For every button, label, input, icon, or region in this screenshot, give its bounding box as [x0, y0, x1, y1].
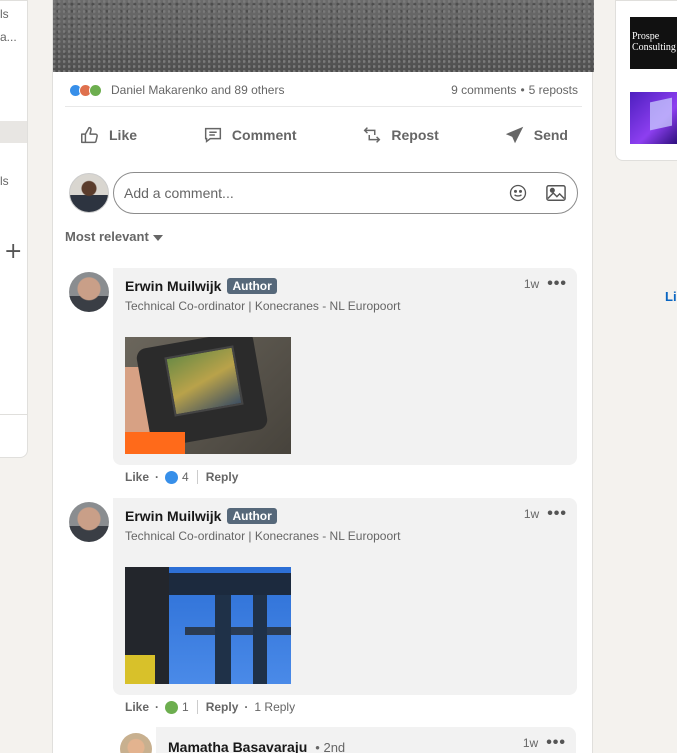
emoji-icon[interactable]: [507, 182, 529, 204]
comment-image[interactable]: [125, 567, 291, 684]
comment-like-button[interactable]: Like: [125, 470, 149, 484]
action-divider: [65, 106, 582, 107]
add-icon[interactable]: +: [4, 239, 22, 264]
action-separator: [196, 700, 198, 714]
comment-bubble: Erwin Muilwijk Author Technical Co-ordin…: [113, 268, 577, 465]
more-options-icon[interactable]: •••: [547, 506, 567, 522]
comment-actions: Like · 4 Reply: [125, 470, 238, 484]
reaction-icons[interactable]: [69, 83, 102, 97]
promo-thumbnail[interactable]: [630, 92, 677, 144]
prospe-consulting-logo[interactable]: Prospe Consulting: [630, 17, 677, 69]
add-comment-row: Add a comment...: [69, 172, 578, 214]
send-icon: [505, 126, 523, 144]
comment-like-button[interactable]: Like: [125, 700, 149, 714]
comment-icon: [204, 127, 221, 143]
commenter-headline: Technical Co-ordinator | Konecranes - NL…: [125, 299, 401, 313]
current-user-avatar[interactable]: [69, 173, 109, 213]
comment-placeholder: Add a comment...: [124, 185, 234, 201]
repost-button[interactable]: Repost: [347, 118, 452, 152]
comment-time: 1w: [523, 507, 540, 521]
comments-count[interactable]: 9 comments: [451, 83, 516, 97]
dot-separator: ·: [244, 700, 249, 714]
comment-bubble: Erwin Muilwijk Author Technical Co-ordin…: [113, 498, 577, 695]
support-reaction-icon: [89, 83, 102, 97]
send-button[interactable]: Send: [490, 118, 582, 152]
commenter-name[interactable]: Erwin Muilwijk: [125, 278, 221, 294]
comment-reply-button[interactable]: Reply: [206, 700, 239, 714]
reply-author-name[interactable]: Mamatha Basavaraju: [168, 739, 307, 753]
repost-icon: [364, 127, 381, 143]
comment-time: 1w: [523, 277, 540, 291]
sort-label: Most relevant: [65, 229, 149, 244]
comment-button[interactable]: Comment: [188, 118, 311, 152]
comment-reaction-count[interactable]: 1: [182, 700, 189, 714]
left-highlight-row[interactable]: [0, 121, 27, 143]
image-icon[interactable]: [545, 182, 567, 204]
ad-text-line1: Prospe: [632, 31, 660, 42]
caret-down-icon: [152, 229, 163, 244]
reply-count-link[interactable]: 1 Reply: [254, 700, 295, 714]
right-rail-card: Prospe Consulting: [615, 0, 677, 161]
commenter-name[interactable]: Erwin Muilwijk: [125, 508, 221, 524]
commenter-avatar[interactable]: [69, 502, 109, 542]
ad-text-line2: Consulting: [632, 42, 676, 53]
author-badge: Author: [227, 508, 277, 524]
sort-dropdown[interactable]: Most relevant: [65, 229, 163, 244]
post-image[interactable]: [53, 0, 594, 72]
reactions-text[interactable]: Daniel Makarenko and 89 others: [111, 83, 284, 97]
right-rail-link[interactable]: Li: [665, 289, 677, 304]
comment-reply-button[interactable]: Reply: [206, 470, 239, 484]
send-label: Send: [533, 127, 568, 143]
left-sidebar-card: ls a... ls +: [0, 0, 28, 458]
comment-label: Comment: [231, 127, 297, 143]
more-options-icon[interactable]: •••: [547, 276, 567, 292]
dot-separator: ·: [155, 700, 160, 714]
action-separator: [196, 470, 198, 484]
left-snippet-1[interactable]: ls: [0, 7, 9, 21]
comment-actions: Like · 1 Reply · 1 Reply: [125, 700, 295, 714]
count-separator: •: [520, 83, 525, 97]
comment-image[interactable]: [125, 337, 291, 454]
more-options-icon[interactable]: •••: [546, 735, 566, 751]
reposts-count[interactable]: 5 reposts: [529, 83, 578, 97]
reply-time: 1w: [522, 736, 539, 750]
left-divider: [0, 414, 27, 415]
commenter-avatar[interactable]: [69, 272, 109, 312]
author-badge: Author: [227, 278, 277, 294]
like-label: Like: [109, 127, 138, 143]
post-actions-bar: Like Comment Repost Send: [65, 118, 582, 152]
repost-label: Repost: [391, 127, 439, 143]
like-button[interactable]: Like: [65, 118, 151, 152]
left-snippet-2[interactable]: a...: [0, 30, 17, 44]
comment-reaction-count[interactable]: 4: [182, 470, 189, 484]
comment-input[interactable]: Add a comment...: [113, 172, 578, 214]
thumbs-up-icon: [81, 126, 98, 144]
commenter-headline: Technical Co-ordinator | Konecranes - NL…: [125, 529, 401, 543]
dot-separator: ·: [155, 470, 160, 484]
left-snippet-3[interactable]: ls: [0, 174, 9, 188]
feed-post-card: Daniel Makarenko and 89 others 9 comment…: [52, 0, 594, 753]
social-counts-bar: Daniel Makarenko and 89 others 9 comment…: [69, 80, 578, 100]
support-reaction-icon: [165, 700, 179, 714]
reply-bubble: Mamatha Basavaraju • 2nd 1w •••: [156, 727, 576, 753]
like-reaction-icon: [165, 470, 179, 484]
connection-degree: • 2nd: [315, 739, 346, 753]
